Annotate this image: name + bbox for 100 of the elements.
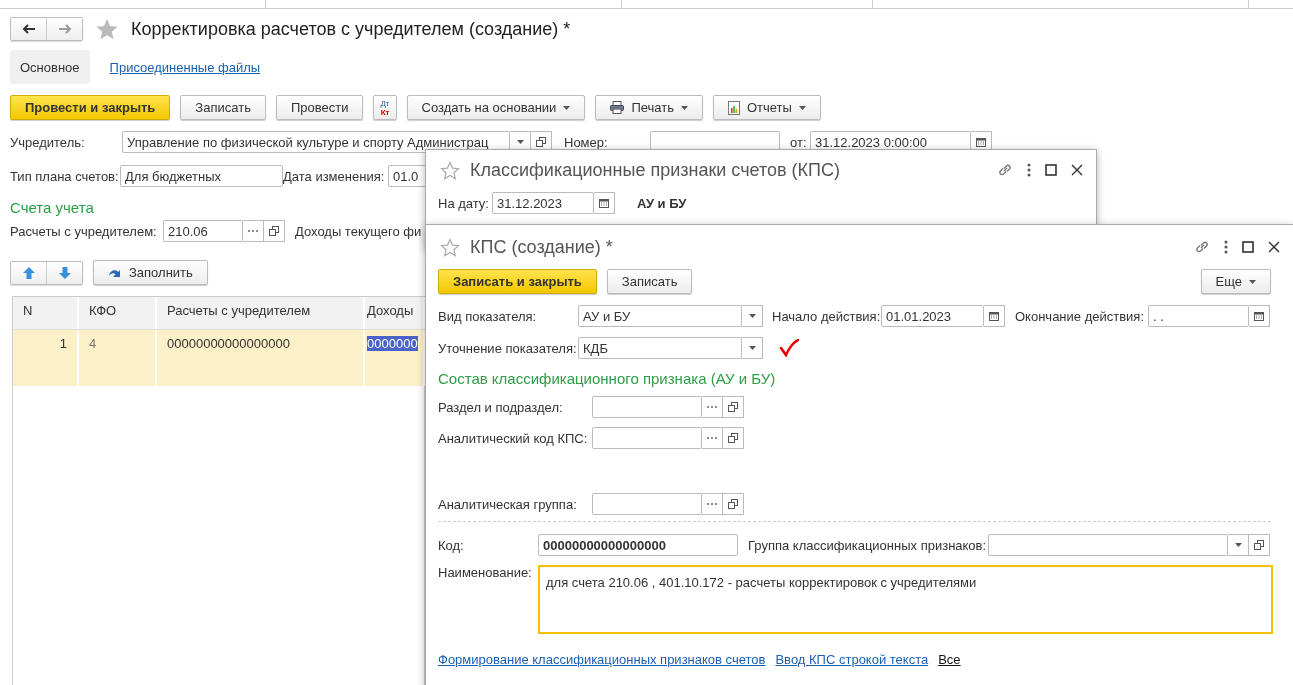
open-button[interactable] bbox=[1249, 534, 1270, 556]
fill-button[interactable]: Заполнить bbox=[93, 260, 208, 285]
dropdown-button[interactable] bbox=[1228, 534, 1249, 556]
caret-icon bbox=[798, 105, 806, 110]
toolbar-button[interactable]: Записать bbox=[180, 95, 266, 120]
field-label: Уточнение показателя: bbox=[438, 340, 578, 356]
calendar-icon bbox=[599, 198, 609, 208]
input-field[interactable]: Для бюджетных bbox=[120, 165, 283, 187]
checkmark-icon bbox=[779, 339, 799, 357]
close-icon bbox=[1071, 164, 1083, 176]
move-up-button[interactable] bbox=[11, 261, 46, 284]
field-label: Доходы текущего фи bbox=[295, 223, 422, 239]
toolbar-button[interactable]: Записать bbox=[606, 269, 693, 294]
input-field[interactable]: АУ и БУ bbox=[578, 305, 742, 327]
input-field[interactable]: КДБ bbox=[578, 337, 742, 359]
dropdown-button[interactable] bbox=[742, 305, 763, 327]
open-button[interactable] bbox=[264, 220, 285, 242]
section-heading: Счета учета bbox=[10, 199, 94, 216]
calendar-button[interactable] bbox=[1249, 305, 1270, 327]
caret-icon bbox=[748, 314, 756, 318]
field-label: Группа классификационных признаков: bbox=[748, 537, 988, 553]
field-label: Раздел и подраздел: bbox=[438, 399, 564, 415]
squares-icon bbox=[728, 499, 738, 509]
down-arrow-icon bbox=[58, 266, 71, 279]
caret-icon bbox=[681, 105, 688, 110]
input-field[interactable]: 00000000000000000 bbox=[538, 534, 738, 556]
table-row[interactable]: 1 4 00000000000000000 0000000 bbox=[13, 330, 424, 386]
squares-icon bbox=[728, 402, 738, 412]
calendar-icon bbox=[1254, 311, 1264, 321]
tab[interactable]: Присоединенные файлы bbox=[99, 50, 271, 84]
table-cell: 0000000 bbox=[367, 336, 418, 351]
caret-icon bbox=[516, 140, 524, 144]
dialog-title: Классификационные признаки счетов (КПС) bbox=[470, 159, 841, 181]
calendar-icon bbox=[976, 137, 986, 147]
text-area[interactable]: для счета 210.06 , 401.10.172 - расчеты корректировок с учредителями bbox=[538, 565, 1273, 634]
select-button[interactable] bbox=[702, 396, 723, 418]
field-label: Аналитическая группа: bbox=[438, 496, 578, 512]
input-field[interactable]: 01.01.2023 bbox=[881, 305, 984, 327]
star-icon bbox=[95, 17, 119, 41]
more-button[interactable]: Еще bbox=[1200, 269, 1271, 294]
back-button[interactable] bbox=[11, 18, 46, 40]
link-icon bbox=[997, 162, 1013, 178]
more-icon bbox=[1027, 163, 1031, 177]
dropdown-button[interactable] bbox=[742, 337, 763, 359]
squares-icon bbox=[536, 137, 546, 147]
input-field[interactable]: 01.0 bbox=[388, 165, 425, 187]
debit-credit-button[interactable]: Дт Кт bbox=[373, 95, 397, 120]
squares-icon bbox=[1254, 540, 1264, 550]
input-field[interactable] bbox=[592, 396, 702, 418]
link[interactable]: Все bbox=[938, 652, 961, 667]
link[interactable]: Формирование классификационных признаков счетов bbox=[438, 652, 766, 667]
tab[interactable]: Основное bbox=[10, 50, 90, 84]
report-icon bbox=[728, 100, 740, 115]
close-icon bbox=[1268, 241, 1280, 253]
link-icon bbox=[1194, 239, 1210, 255]
field-label: Окончание действия: bbox=[1015, 308, 1145, 324]
open-button[interactable] bbox=[723, 396, 744, 418]
input-field[interactable]: Управление по физической культуре и спорту Администрац bbox=[122, 131, 510, 153]
field-label: Тип плана счетов: bbox=[10, 168, 120, 184]
open-button[interactable] bbox=[723, 493, 744, 515]
caret-icon bbox=[1249, 279, 1256, 284]
right-arrow-icon bbox=[57, 24, 72, 34]
field-label: Номер: bbox=[564, 134, 609, 150]
move-down-button[interactable] bbox=[46, 261, 82, 284]
table-cell: 00000000000000000 bbox=[167, 336, 290, 351]
calendar-button[interactable] bbox=[594, 192, 615, 214]
menu-button[interactable]: Отчеты bbox=[713, 95, 821, 120]
input-field[interactable]: 210.06 bbox=[163, 220, 243, 242]
link[interactable]: Ввод КПС строкой текста bbox=[775, 652, 929, 667]
maximize-icon bbox=[1242, 241, 1254, 253]
field-label: На дату: bbox=[438, 195, 488, 211]
primary-button[interactable]: Записать и закрыть bbox=[438, 269, 597, 294]
star-icon bbox=[440, 237, 460, 257]
caret-icon bbox=[563, 105, 571, 110]
field-label: Дата изменения: bbox=[283, 168, 386, 184]
field-label: Учредитель: bbox=[10, 134, 86, 150]
select-button[interactable] bbox=[702, 427, 723, 449]
field-label: Код: bbox=[438, 537, 465, 553]
section-heading: Состав классификационного признака (АУ и БУ) bbox=[438, 370, 776, 387]
open-button[interactable] bbox=[723, 427, 744, 449]
input-field[interactable] bbox=[592, 493, 702, 515]
up-arrow-icon bbox=[22, 266, 35, 279]
primary-button[interactable]: Провести и закрыть bbox=[10, 95, 171, 120]
squares-icon bbox=[728, 433, 738, 443]
table-cell: 4 bbox=[89, 336, 97, 351]
more-icon bbox=[1224, 240, 1228, 254]
field-label: Начало действия: bbox=[772, 308, 881, 324]
input-field[interactable] bbox=[988, 534, 1228, 556]
input-field[interactable]: . . bbox=[1148, 305, 1249, 327]
toolbar-button[interactable]: Провести bbox=[275, 95, 364, 120]
field-label: Аналитический код КПС: bbox=[438, 430, 589, 446]
menu-button[interactable]: Печать bbox=[595, 95, 703, 120]
input-field[interactable]: 31.12.2023 bbox=[492, 192, 594, 214]
select-button[interactable] bbox=[702, 493, 723, 515]
squares-icon bbox=[269, 226, 279, 236]
input-field[interactable] bbox=[592, 427, 702, 449]
menu-button[interactable]: Создать на основании bbox=[406, 95, 586, 120]
caret-icon bbox=[1234, 543, 1242, 547]
select-button[interactable] bbox=[243, 220, 264, 242]
calendar-button[interactable] bbox=[984, 305, 1005, 327]
